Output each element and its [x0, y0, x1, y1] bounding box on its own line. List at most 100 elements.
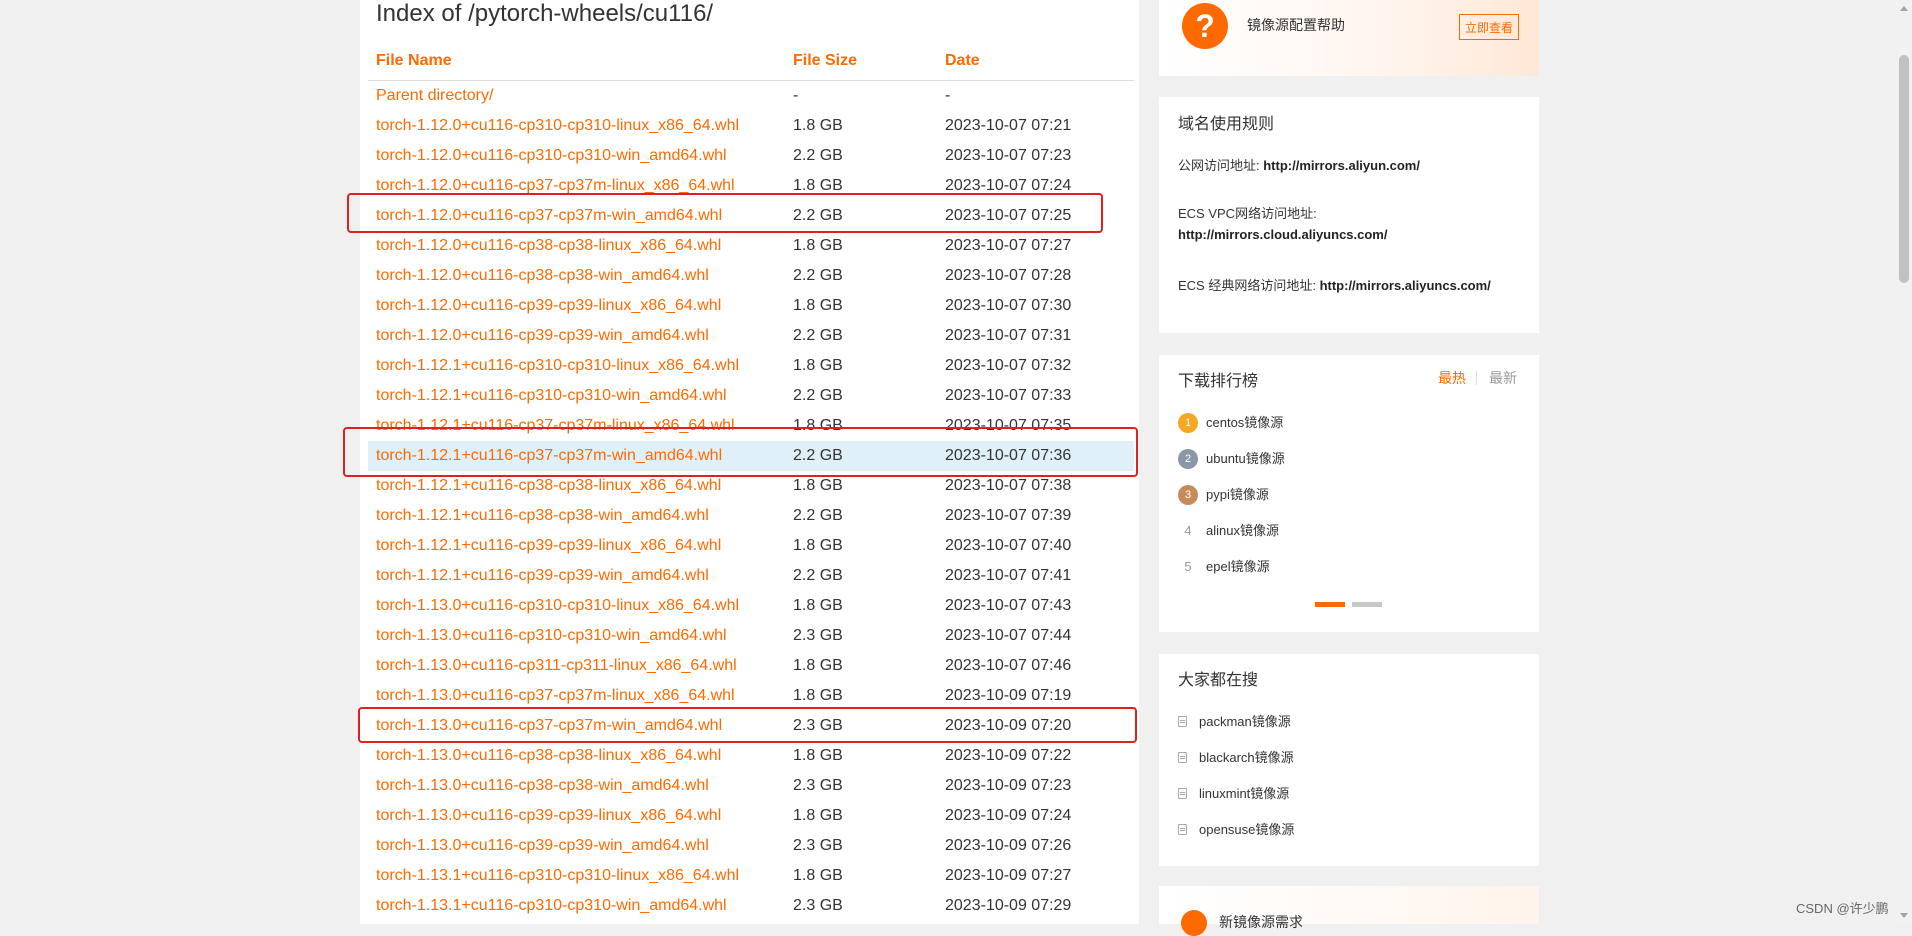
file-row[interactable]: torch-1.12.1+cu116-cp38-cp38-win_amd64.w…	[368, 501, 1134, 531]
file-date: 2023-10-07 07:23	[945, 147, 1072, 164]
parent-directory-row[interactable]: Parent directory/ - -	[368, 81, 1134, 111]
file-date: 2023-10-09 07:29	[945, 897, 1072, 914]
file-link[interactable]: torch-1.12.1+cu116-cp39-cp39-linux_x86_6…	[376, 531, 721, 561]
file-link[interactable]: torch-1.13.0+cu116-cp310-cp310-win_amd64…	[376, 621, 727, 651]
ranking-item-label[interactable]: ubuntu镜像源	[1206, 447, 1285, 471]
file-link[interactable]: torch-1.13.0+cu116-cp39-cp39-linux_x86_6…	[376, 801, 721, 831]
file-link[interactable]: torch-1.12.0+cu116-cp38-cp38-linux_x86_6…	[376, 231, 721, 261]
popular-searches-card: 大家都在搜 packman镜像源 blackarch镜像源 linuxmint镜像源…	[1159, 654, 1539, 866]
red-annotation-box	[347, 193, 1103, 233]
file-row[interactable]: torch-1.13.0+cu116-cp310-cp310-linux_x86…	[368, 591, 1134, 621]
ranking-item-label[interactable]: epel镜像源	[1206, 555, 1270, 579]
file-row[interactable]: torch-1.13.0+cu116-cp39-cp39-win_amd64.w…	[368, 831, 1134, 861]
view-now-button[interactable]: 立即查看	[1459, 14, 1519, 40]
column-header-date[interactable]: Date	[945, 50, 980, 72]
file-date: 2023-10-07 07:43	[945, 597, 1072, 614]
ranking-item-label[interactable]: alinux镜像源	[1206, 519, 1279, 543]
file-link[interactable]: torch-1.12.1+cu116-cp310-cp310-linux_x86…	[376, 351, 739, 381]
column-header-file-name[interactable]: File Name	[376, 50, 452, 72]
vpc-address-url[interactable]: http://mirrors.cloud.aliyuncs.com/	[1178, 227, 1387, 242]
file-row[interactable]: torch-1.12.0+cu116-cp310-cp310-win_amd64…	[368, 141, 1134, 171]
alert-icon	[1181, 910, 1207, 936]
file-size: 2.2 GB	[793, 267, 843, 284]
file-size: 1.8 GB	[793, 747, 843, 764]
parent-directory-link[interactable]: Parent directory/	[376, 81, 493, 111]
file-link[interactable]: torch-1.12.0+cu116-cp39-cp39-linux_x86_6…	[376, 291, 721, 321]
new-mirror-request-text[interactable]: 新镜像源需求	[1219, 912, 1303, 932]
file-link[interactable]: torch-1.13.0+cu116-cp310-cp310-linux_x86…	[376, 591, 739, 621]
file-row[interactable]: torch-1.13.0+cu116-cp39-cp39-linux_x86_6…	[368, 801, 1134, 831]
public-address-url[interactable]: http://mirrors.aliyun.com/	[1263, 158, 1420, 173]
file-row[interactable]: torch-1.13.0+cu116-cp310-cp310-win_amd64…	[368, 621, 1134, 651]
file-row[interactable]: torch-1.12.1+cu116-cp310-cp310-linux_x86…	[368, 351, 1134, 381]
column-header-file-size[interactable]: File Size	[793, 50, 857, 72]
question-icon: ?	[1182, 3, 1228, 49]
popular-title: 大家都在搜	[1178, 672, 1259, 689]
ranking-item-label[interactable]: pypi镜像源	[1206, 483, 1269, 507]
file-row[interactable]: torch-1.12.1+cu116-cp39-cp39-win_amd64.w…	[368, 561, 1134, 591]
file-link[interactable]: torch-1.12.0+cu116-cp310-cp310-win_amd64…	[376, 141, 727, 171]
file-link[interactable]: torch-1.12.1+cu116-cp310-cp310-win_amd64…	[376, 381, 727, 411]
file-link[interactable]: torch-1.13.1+cu116-cp310-cp310-linux_x86…	[376, 861, 739, 891]
file-date: 2023-10-09 07:26	[945, 837, 1072, 854]
rank-medal-icon: 2	[1178, 449, 1198, 469]
file-row[interactable]: torch-1.12.0+cu116-cp38-cp38-linux_x86_6…	[368, 231, 1134, 261]
file-size: -	[793, 87, 799, 104]
file-link[interactable]: torch-1.13.1+cu116-cp310-cp310-win_amd64…	[376, 891, 727, 921]
tab-newest[interactable]: 最新	[1489, 368, 1517, 388]
file-size: 1.8 GB	[793, 807, 843, 824]
file-size: 2.2 GB	[793, 387, 843, 404]
file-link[interactable]: torch-1.13.0+cu116-cp311-cp311-linux_x86…	[376, 651, 737, 681]
file-size: 1.8 GB	[793, 657, 843, 674]
file-row[interactable]: torch-1.13.1+cu116-cp310-cp310-win_amd64…	[368, 891, 1134, 921]
file-link[interactable]: torch-1.12.0+cu116-cp38-cp38-win_amd64.w…	[376, 261, 709, 291]
scroll-up-arrow-icon[interactable]	[1900, 6, 1908, 11]
file-link[interactable]: torch-1.12.0+cu116-cp310-cp310-linux_x86…	[376, 111, 739, 141]
file-link[interactable]: torch-1.13.0+cu116-cp38-cp38-win_amd64.w…	[376, 771, 709, 801]
file-row[interactable]: torch-1.13.0+cu116-cp311-cp311-linux_x86…	[368, 651, 1134, 681]
ranking-title: 下载排行榜	[1178, 373, 1259, 390]
page-scrollbar[interactable]	[1896, 0, 1912, 924]
file-size: 1.8 GB	[793, 237, 843, 254]
scroll-thumb[interactable]	[1899, 55, 1909, 283]
file-link[interactable]: torch-1.13.0+cu116-cp38-cp38-linux_x86_6…	[376, 741, 721, 771]
file-size: 2.3 GB	[793, 777, 843, 794]
file-date: 2023-10-07 07:21	[945, 117, 1072, 134]
file-link[interactable]: torch-1.12.0+cu116-cp39-cp39-win_amd64.w…	[376, 321, 709, 351]
popular-search-label[interactable]: linuxmint镜像源	[1199, 783, 1289, 805]
file-row[interactable]: torch-1.12.0+cu116-cp310-cp310-linux_x86…	[368, 111, 1134, 141]
tab-hottest[interactable]: 最热	[1438, 368, 1466, 388]
mirror-help-card: ? 镜像源配置帮助 立即查看	[1159, 0, 1539, 76]
file-date: 2023-10-07 07:30	[945, 297, 1072, 314]
domain-rules-title: 域名使用规则	[1178, 116, 1275, 133]
file-link[interactable]: torch-1.13.0+cu116-cp39-cp39-win_amd64.w…	[376, 831, 709, 861]
carousel-dot-inactive[interactable]	[1352, 602, 1382, 607]
file-date: 2023-10-09 07:24	[945, 807, 1072, 824]
vpc-address-url-text[interactable]: http://mirrors.cloud.aliyuncs.com/	[1178, 227, 1387, 242]
file-size: 2.2 GB	[793, 327, 843, 344]
file-date: 2023-10-07 07:33	[945, 387, 1072, 404]
file-row[interactable]: torch-1.13.1+cu116-cp310-cp310-linux_x86…	[368, 861, 1134, 891]
document-icon	[1178, 824, 1187, 835]
file-link[interactable]: torch-1.12.1+cu116-cp38-cp38-win_amd64.w…	[376, 501, 709, 531]
file-row[interactable]: torch-1.12.0+cu116-cp39-cp39-linux_x86_6…	[368, 291, 1134, 321]
file-row[interactable]: torch-1.12.0+cu116-cp39-cp39-win_amd64.w…	[368, 321, 1134, 351]
file-row[interactable]: torch-1.12.1+cu116-cp310-cp310-win_amd64…	[368, 381, 1134, 411]
file-row[interactable]: torch-1.12.0+cu116-cp38-cp38-win_amd64.w…	[368, 261, 1134, 291]
file-date: 2023-10-07 07:41	[945, 567, 1072, 584]
popular-search-label[interactable]: opensuse镜像源	[1199, 819, 1294, 841]
file-row[interactable]: torch-1.13.0+cu116-cp38-cp38-win_amd64.w…	[368, 771, 1134, 801]
file-date: -	[945, 87, 951, 104]
popular-search-label[interactable]: blackarch镜像源	[1199, 747, 1294, 769]
download-ranking-card: 下载排行榜 最热 最新 1 centos镜像源 2 ubuntu镜像源 3 pypi镜像源…	[1159, 355, 1539, 632]
carousel-dot-active[interactable]	[1315, 602, 1345, 607]
popular-search-label[interactable]: packman镜像源	[1199, 711, 1291, 733]
classic-address-url[interactable]: http://mirrors.aliyuncs.com/	[1320, 278, 1491, 293]
scroll-down-arrow-icon[interactable]	[1900, 913, 1908, 918]
ranking-item-label[interactable]: centos镜像源	[1206, 411, 1283, 435]
file-row[interactable]: torch-1.12.1+cu116-cp39-cp39-linux_x86_6…	[368, 531, 1134, 561]
file-date: 2023-10-07 07:39	[945, 507, 1072, 524]
classic-address-label: ECS 经典网络访问地址:	[1178, 278, 1320, 293]
file-link[interactable]: torch-1.12.1+cu116-cp39-cp39-win_amd64.w…	[376, 561, 709, 591]
file-row[interactable]: torch-1.13.0+cu116-cp38-cp38-linux_x86_6…	[368, 741, 1134, 771]
